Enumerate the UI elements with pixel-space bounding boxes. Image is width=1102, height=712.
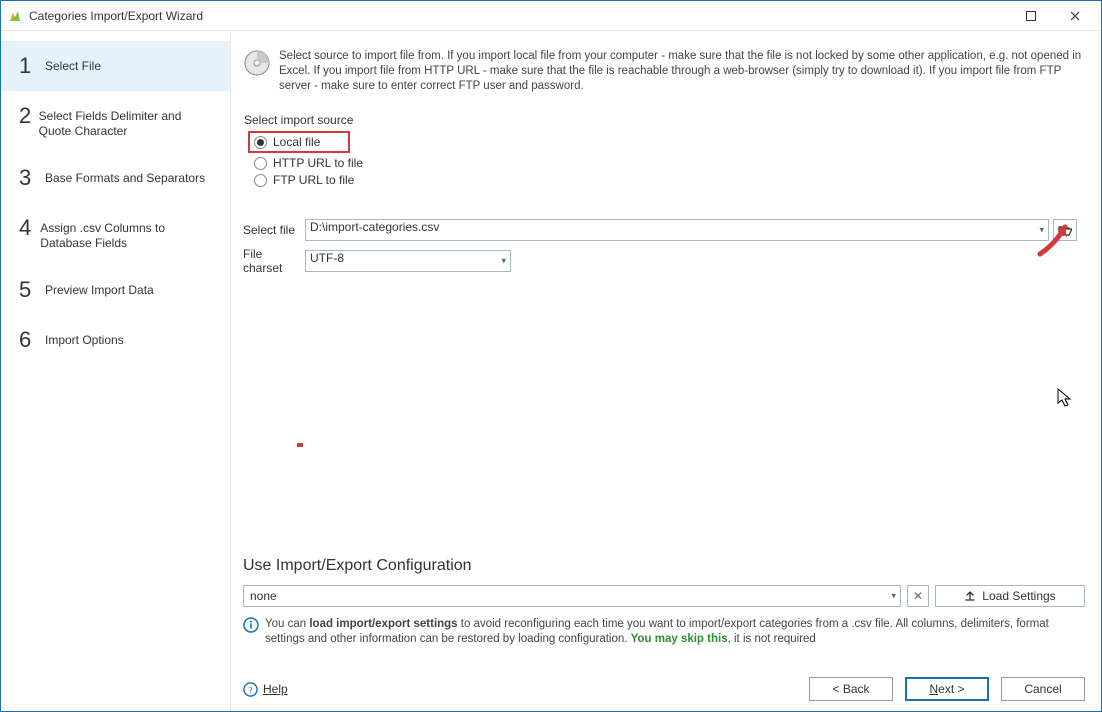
file-charset-row: File charset UTF-8 ▾	[243, 247, 1085, 275]
wizard-steps-sidebar: 1 Select File 2 Select Fields Delimiter …	[1, 31, 231, 711]
arrow-annotation	[1035, 219, 1075, 259]
radio-icon	[254, 174, 267, 187]
step-number: 5	[19, 279, 45, 301]
footer: ? Help < Back Next > Cancel	[243, 647, 1085, 701]
config-section: Use Import/Export Configuration none ▾ ✕…	[243, 557, 1085, 647]
highlight-annotation: Local file	[248, 131, 350, 153]
radio-label: Local file	[273, 135, 320, 149]
step-5[interactable]: 5 Preview Import Data	[1, 265, 230, 315]
step-label: Import Options	[45, 329, 124, 348]
radio-icon	[254, 157, 267, 170]
file-charset-value: UTF-8	[310, 251, 344, 265]
window-title: Categories Import/Export Wizard	[29, 9, 203, 23]
load-settings-button[interactable]: Load Settings	[935, 585, 1085, 607]
step-number: 6	[19, 329, 45, 351]
chevron-down-icon: ▾	[501, 256, 506, 267]
config-value: none	[250, 589, 277, 603]
clear-config-button[interactable]: ✕	[907, 585, 929, 607]
select-file-row: Select file D:\import-categories.csv ▾	[243, 219, 1085, 241]
radio-icon	[254, 136, 267, 149]
maximize-icon	[1026, 11, 1036, 21]
upload-icon	[964, 590, 976, 602]
help-label: Help	[263, 682, 288, 696]
group-legend: Select import source	[244, 113, 1084, 127]
step-6[interactable]: 6 Import Options	[1, 315, 230, 365]
info-text: Select source to import file from. If yo…	[279, 49, 1085, 94]
info-icon	[243, 617, 259, 633]
step-label: Select File	[45, 55, 101, 74]
radio-label: FTP URL to file	[273, 173, 354, 187]
file-charset-combo[interactable]: UTF-8 ▾	[305, 250, 511, 272]
next-button[interactable]: Next >	[905, 677, 989, 701]
info-row: Select source to import file from. If yo…	[243, 49, 1085, 94]
step-label: Assign .csv Columns to Database Fields	[40, 217, 216, 251]
step-number: 4	[19, 217, 40, 239]
maximize-button[interactable]	[1009, 2, 1053, 30]
help-link[interactable]: ? Help	[243, 682, 288, 697]
cancel-button[interactable]: Cancel	[1001, 677, 1085, 701]
titlebar: Categories Import/Export Wizard	[1, 1, 1101, 31]
main-panel: Select source to import file from. If yo…	[231, 31, 1101, 711]
load-settings-label: Load Settings	[982, 589, 1055, 603]
step-number: 1	[19, 55, 45, 77]
file-charset-label: File charset	[243, 247, 305, 275]
select-file-value: D:\import-categories.csv	[310, 220, 439, 234]
step-label: Preview Import Data	[45, 279, 154, 298]
svg-text:?: ?	[248, 686, 252, 696]
annotation-mark	[297, 443, 303, 447]
step-1[interactable]: 1 Select File	[1, 41, 230, 91]
help-icon: ?	[243, 682, 258, 697]
close-button[interactable]	[1053, 2, 1097, 30]
back-button[interactable]: < Back	[809, 677, 893, 701]
step-label: Select Fields Delimiter and Quote Charac…	[39, 105, 216, 139]
config-combo[interactable]: none ▾	[243, 585, 901, 607]
config-title: Use Import/Export Configuration	[243, 557, 1085, 575]
radio-label: HTTP URL to file	[273, 156, 363, 170]
close-icon	[1070, 11, 1080, 21]
step-label: Base Formats and Separators	[45, 167, 205, 186]
radio-http-url[interactable]: HTTP URL to file	[254, 156, 1084, 170]
radio-ftp-url[interactable]: FTP URL to file	[254, 173, 1084, 187]
chevron-down-icon: ▾	[891, 591, 896, 602]
disk-icon	[243, 49, 271, 77]
radio-local-file[interactable]: Local file	[254, 135, 320, 149]
select-file-input[interactable]: D:\import-categories.csv ▾	[305, 219, 1049, 241]
step-3[interactable]: 3 Base Formats and Separators	[1, 153, 230, 203]
config-tip-text: You can load import/export settings to a…	[265, 617, 1085, 647]
step-number: 2	[19, 105, 39, 127]
config-tip: You can load import/export settings to a…	[243, 617, 1085, 647]
app-icon	[7, 8, 23, 24]
step-2[interactable]: 2 Select Fields Delimiter and Quote Char…	[1, 91, 230, 153]
import-source-group: Select import source Local file HTTP URL…	[243, 112, 1085, 191]
step-number: 3	[19, 167, 45, 189]
step-4[interactable]: 4 Assign .csv Columns to Database Fields	[1, 203, 230, 265]
select-file-label: Select file	[243, 223, 305, 237]
close-icon: ✕	[913, 589, 923, 603]
